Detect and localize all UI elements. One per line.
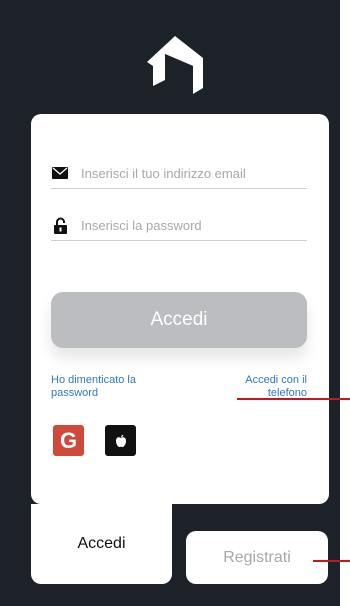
mail-icon	[51, 164, 69, 182]
login-card: Accedi Ho dimenticato la password Accedi…	[31, 114, 329, 504]
forgot-password-link[interactable]: Ho dimenticato la password	[51, 374, 136, 400]
tab-login[interactable]: Accedi	[31, 504, 172, 584]
tab-register[interactable]: Registrati	[186, 531, 328, 584]
apple-login-button[interactable]	[105, 425, 136, 456]
google-icon: G	[59, 427, 78, 453]
annotation-line-phone-login	[237, 398, 350, 400]
lock-icon	[51, 216, 69, 234]
forgot-password-line2: password	[51, 387, 99, 399]
annotation-line-register	[313, 560, 350, 562]
forgot-password-line1: Ho dimenticato la	[51, 374, 136, 386]
house-logo-icon	[147, 36, 203, 94]
password-input[interactable]	[81, 217, 301, 233]
phone-login-line1: Accedi con il	[245, 374, 307, 386]
login-screen: Accedi Ho dimenticato la password Accedi…	[0, 0, 340, 606]
email-field[interactable]	[51, 158, 307, 189]
login-button[interactable]: Accedi	[51, 292, 307, 348]
password-field[interactable]	[51, 210, 307, 241]
google-login-button[interactable]: G	[53, 425, 84, 456]
phone-login-link[interactable]: Accedi con il telefono	[245, 374, 307, 400]
apple-icon	[115, 434, 126, 447]
email-input[interactable]	[81, 165, 301, 181]
